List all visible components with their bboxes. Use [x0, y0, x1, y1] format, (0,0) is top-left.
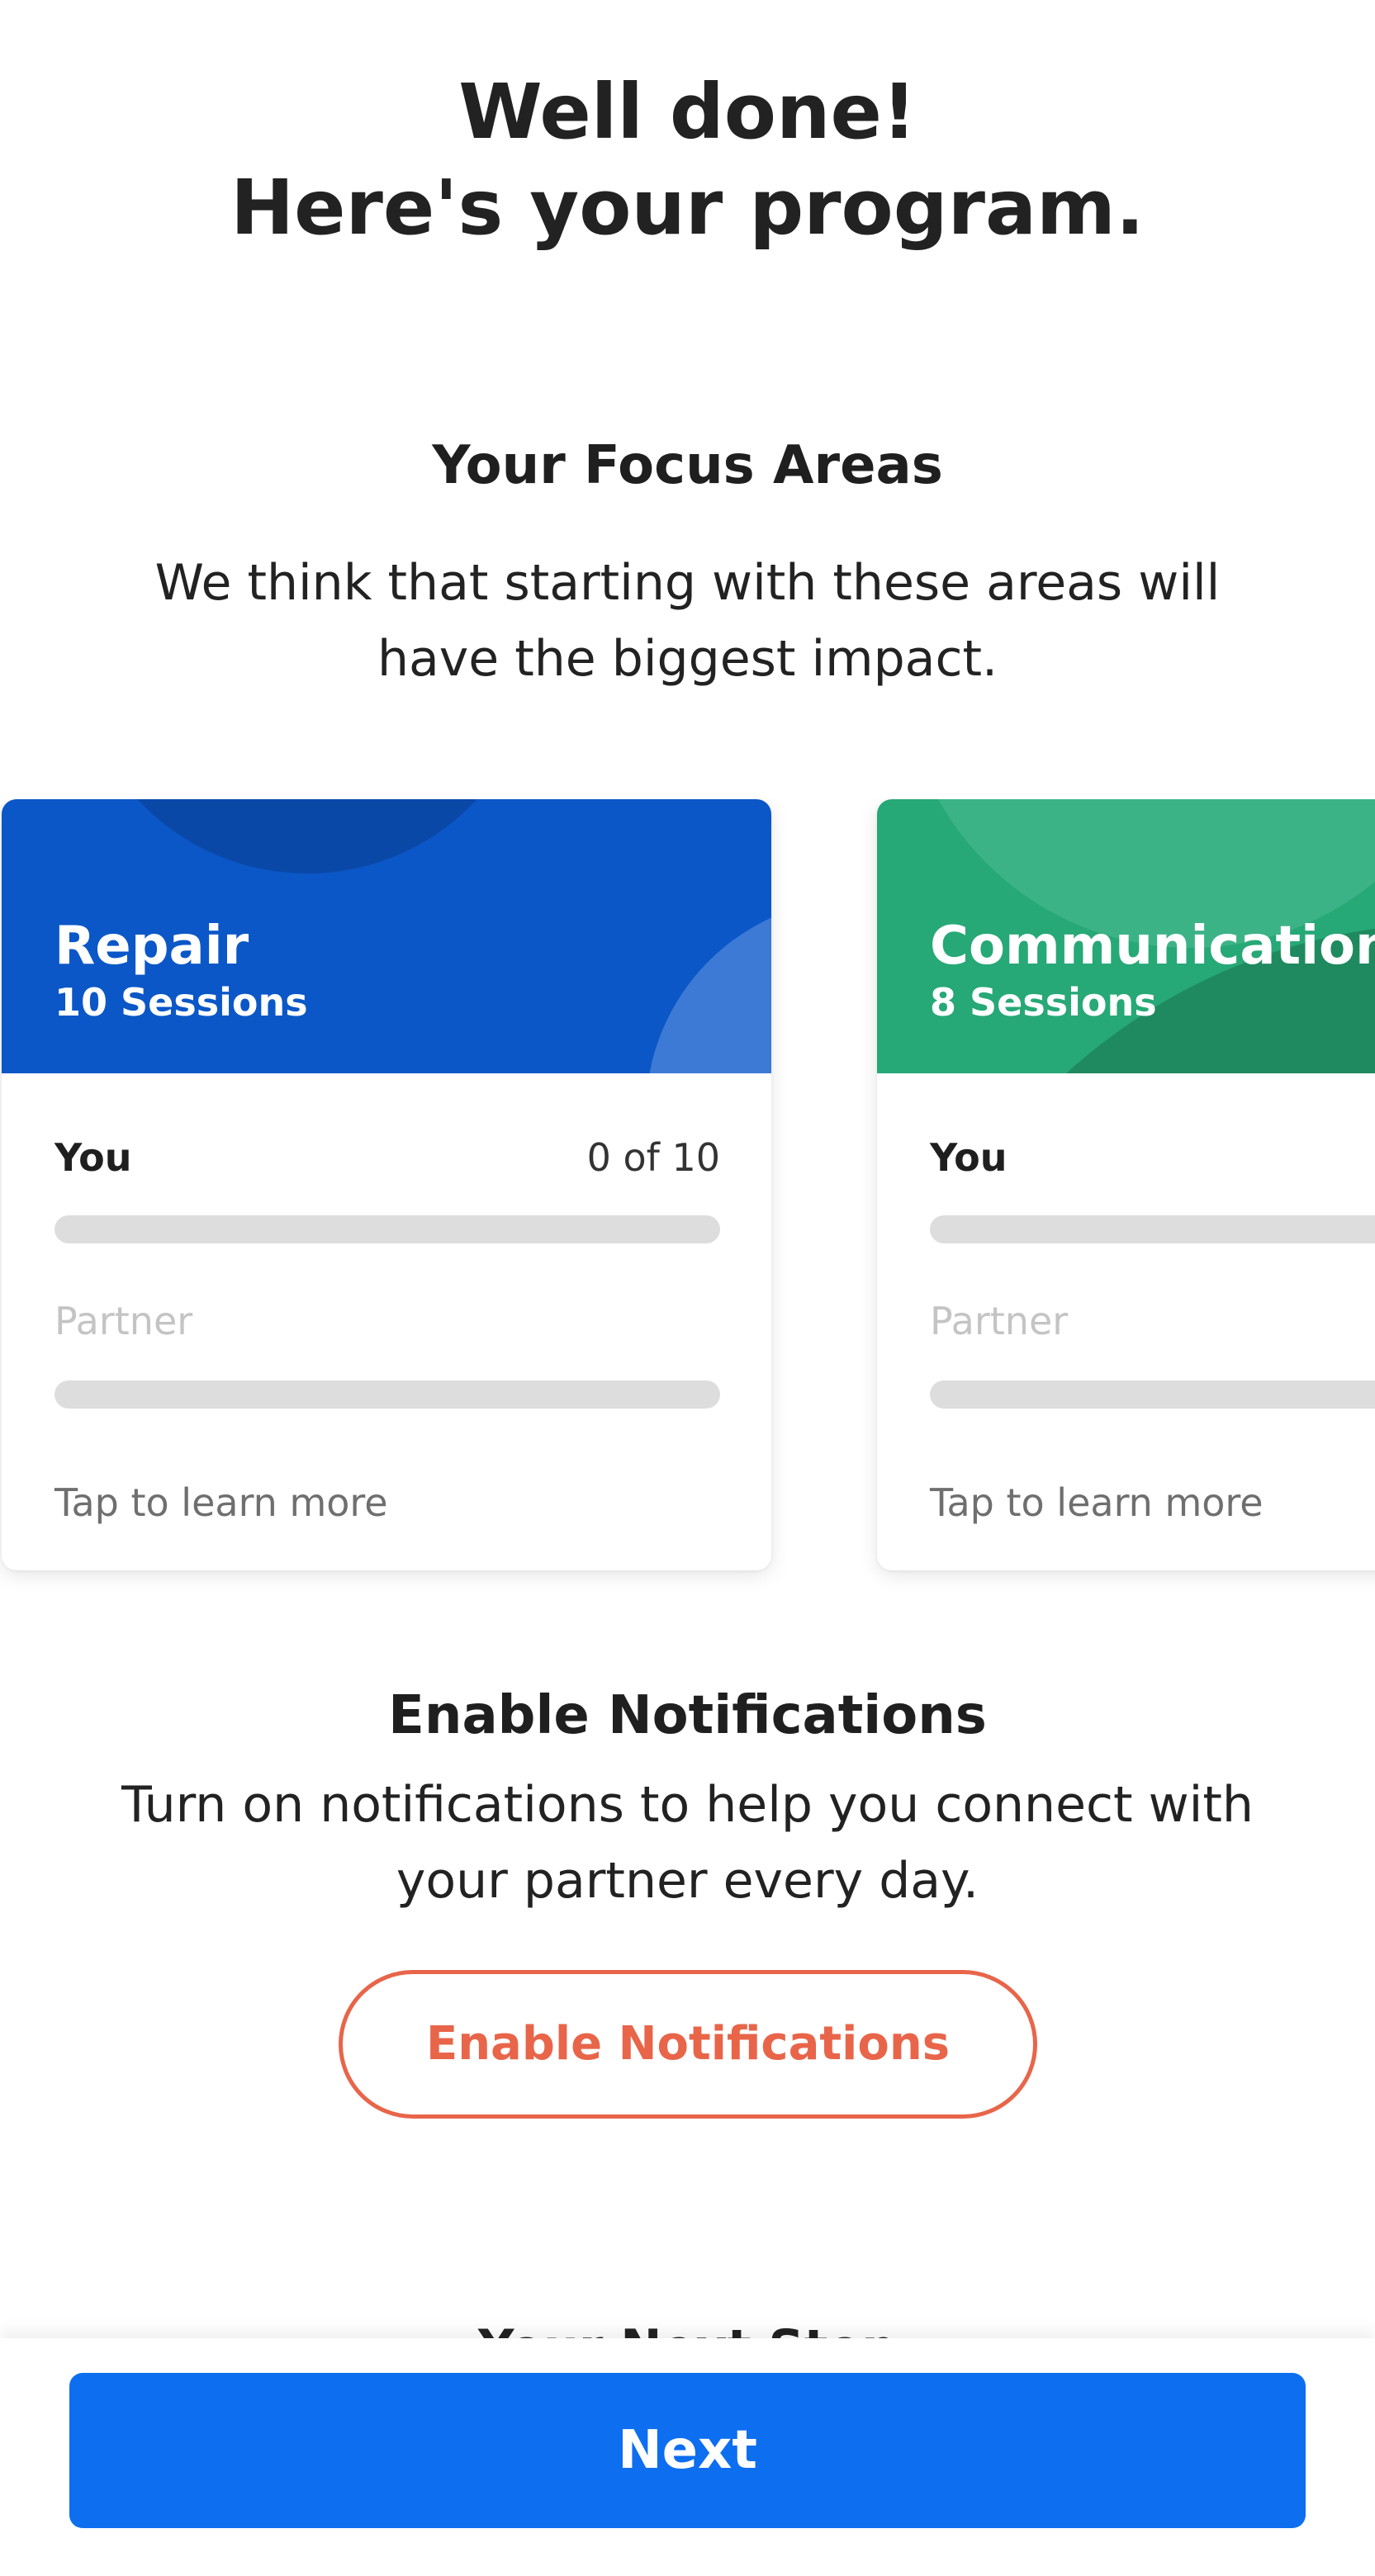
- page-title: Well done! Here's your program.: [0, 64, 1375, 256]
- you-progress-count: 0 of 10: [586, 1135, 720, 1180]
- session-count: 8 Sessions: [930, 980, 1157, 1025]
- you-progress-bar: [55, 1215, 720, 1243]
- you-label: You: [930, 1135, 1008, 1180]
- focus-area-name: Repair: [55, 916, 249, 977]
- next-button[interactable]: Next: [69, 2373, 1306, 2528]
- partner-label: Partner: [930, 1299, 1069, 1343]
- partner-progress-bar: [55, 1380, 720, 1409]
- session-count: 10 Sessions: [55, 980, 308, 1025]
- you-progress-bar: [930, 1215, 1375, 1243]
- title-line-1: Well done!: [458, 68, 917, 156]
- focus-card-repair[interactable]: Repair 10 Sessions You 0 of 10 Partner T…: [2, 799, 771, 1570]
- card-header: Repair 10 Sessions: [2, 799, 771, 1073]
- partner-progress-bar: [930, 1380, 1375, 1409]
- program-screen: Well done! Here's your program. Your Foc…: [0, 0, 1375, 2576]
- title-line-2: Here's your program.: [230, 163, 1145, 252]
- focus-areas-carousel[interactable]: Repair 10 Sessions You 0 of 10 Partner T…: [0, 799, 1375, 1592]
- notifications-heading: Enable Notifications: [388, 1685, 987, 1746]
- header-decoration: [76, 799, 538, 874]
- enable-notifications-button[interactable]: Enable Notifications: [339, 1970, 1037, 2119]
- card-header: Communication 8 Sessions: [877, 799, 1375, 1073]
- you-label: You: [55, 1135, 132, 1180]
- card-body: You 0 of 10 Partner Tap to learn more: [2, 1073, 771, 1570]
- focus-area-name: Communication: [930, 916, 1375, 977]
- focus-areas-heading: Your Focus Areas: [432, 435, 943, 496]
- header-decoration: [646, 898, 771, 1073]
- card-body: You Partner Tap to learn more: [877, 1073, 1375, 1570]
- tap-to-learn-more[interactable]: Tap to learn more: [55, 1480, 388, 1526]
- focus-card-communication[interactable]: Communication 8 Sessions You Partner Tap…: [877, 799, 1375, 1570]
- tap-to-learn-more[interactable]: Tap to learn more: [930, 1480, 1264, 1526]
- partner-label: Partner: [55, 1299, 193, 1343]
- focus-areas-description: We think that starting with these areas …: [154, 554, 1221, 688]
- bottom-action-bar: Next: [0, 2338, 1375, 2576]
- notifications-description: Turn on notifications to help you connec…: [121, 1776, 1254, 1910]
